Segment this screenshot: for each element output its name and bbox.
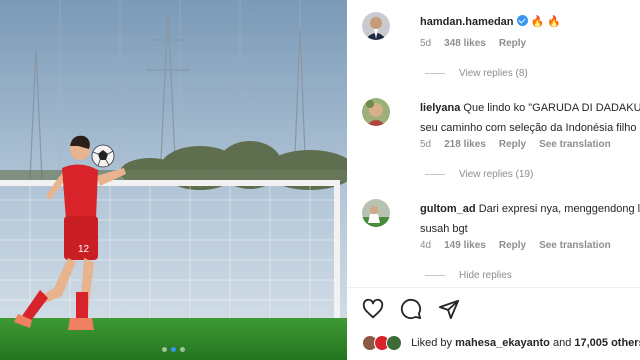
liked-by-user[interactable]: mahesa_ekayanto: [455, 337, 550, 349]
carousel-dot[interactable]: [180, 347, 185, 352]
comment-text: Que lindo ko "GARUDA DI DADAKU": [463, 102, 640, 114]
view-replies-label: View replies (19): [459, 169, 534, 180]
hide-replies-label: Hide replies: [459, 270, 512, 281]
replies-line: [425, 173, 445, 175]
hide-replies-button[interactable]: Hide replies: [425, 270, 512, 281]
view-replies-button[interactable]: View replies (8): [425, 68, 528, 79]
share-icon[interactable]: [438, 298, 460, 320]
carousel-dot-active[interactable]: [171, 347, 176, 352]
avatar[interactable]: [362, 199, 390, 227]
see-translation-button[interactable]: See translation: [539, 240, 611, 251]
replies-line: [425, 72, 445, 74]
action-bar: [362, 298, 460, 320]
reply-button[interactable]: Reply: [499, 139, 526, 150]
reply-button[interactable]: Reply: [499, 240, 526, 251]
footballer-photo: 12: [0, 0, 347, 360]
comment-likes[interactable]: 218 likes: [444, 139, 486, 150]
liked-by-prefix: Liked by: [411, 336, 453, 349]
comments-panel: hamdan.hamedan 🔥 🔥 5d 348 likes Reply View…: [347, 0, 640, 360]
heart-icon[interactable]: [362, 298, 384, 320]
reply-button[interactable]: Reply: [499, 38, 526, 49]
comment-username[interactable]: gultom_ad: [420, 203, 476, 215]
comment-time: 4d: [420, 240, 432, 251]
comment-text: Dari expresi nya, menggendong l: [478, 203, 640, 215]
comment-username[interactable]: lielyana: [420, 102, 460, 114]
liked-by-row: Liked by mahesa_ekayanto and 17,005 othe…: [362, 335, 640, 351]
comment-icon[interactable]: [400, 298, 422, 320]
view-replies-label: View replies (8): [459, 68, 528, 79]
verified-badge-icon: [516, 15, 528, 26]
football: [91, 144, 115, 168]
comment-text-line2: seu caminho com seleção da Indonésia fil…: [420, 122, 637, 134]
liker-avatar[interactable]: [386, 335, 402, 351]
comment-item: lielyana Que lindo ko "GARUDA DI DADAKU"…: [362, 98, 640, 188]
jersey-number: 12: [78, 244, 90, 255]
post-photo[interactable]: 12: [0, 0, 347, 360]
see-translation-button[interactable]: See translation: [539, 139, 611, 150]
divider: [347, 287, 640, 288]
comment-item: hamdan.hamedan 🔥 🔥 5d 348 likes Reply View…: [362, 12, 640, 92]
carousel-dot[interactable]: [162, 347, 167, 352]
comment-time: 5d: [420, 139, 432, 150]
comment-likes[interactable]: 149 likes: [444, 240, 486, 251]
avatar[interactable]: [362, 12, 390, 40]
comment-time: 5d: [420, 38, 432, 49]
replies-line: [425, 274, 445, 276]
liked-by-connector: and: [552, 336, 572, 349]
comment-text: 🔥 🔥: [530, 16, 562, 28]
comment-username[interactable]: hamdan.hamedan: [420, 16, 514, 28]
comment-text-line2: susah bgt: [420, 223, 468, 235]
liked-by-others[interactable]: 17,005 others: [574, 337, 640, 349]
comment-likes[interactable]: 348 likes: [444, 38, 486, 49]
carousel-indicator: [0, 347, 347, 352]
comment-item: gultom_ad Dari expresi nya, menggendong …: [362, 199, 640, 289]
avatar[interactable]: [362, 98, 390, 126]
view-replies-button[interactable]: View replies (19): [425, 169, 533, 180]
